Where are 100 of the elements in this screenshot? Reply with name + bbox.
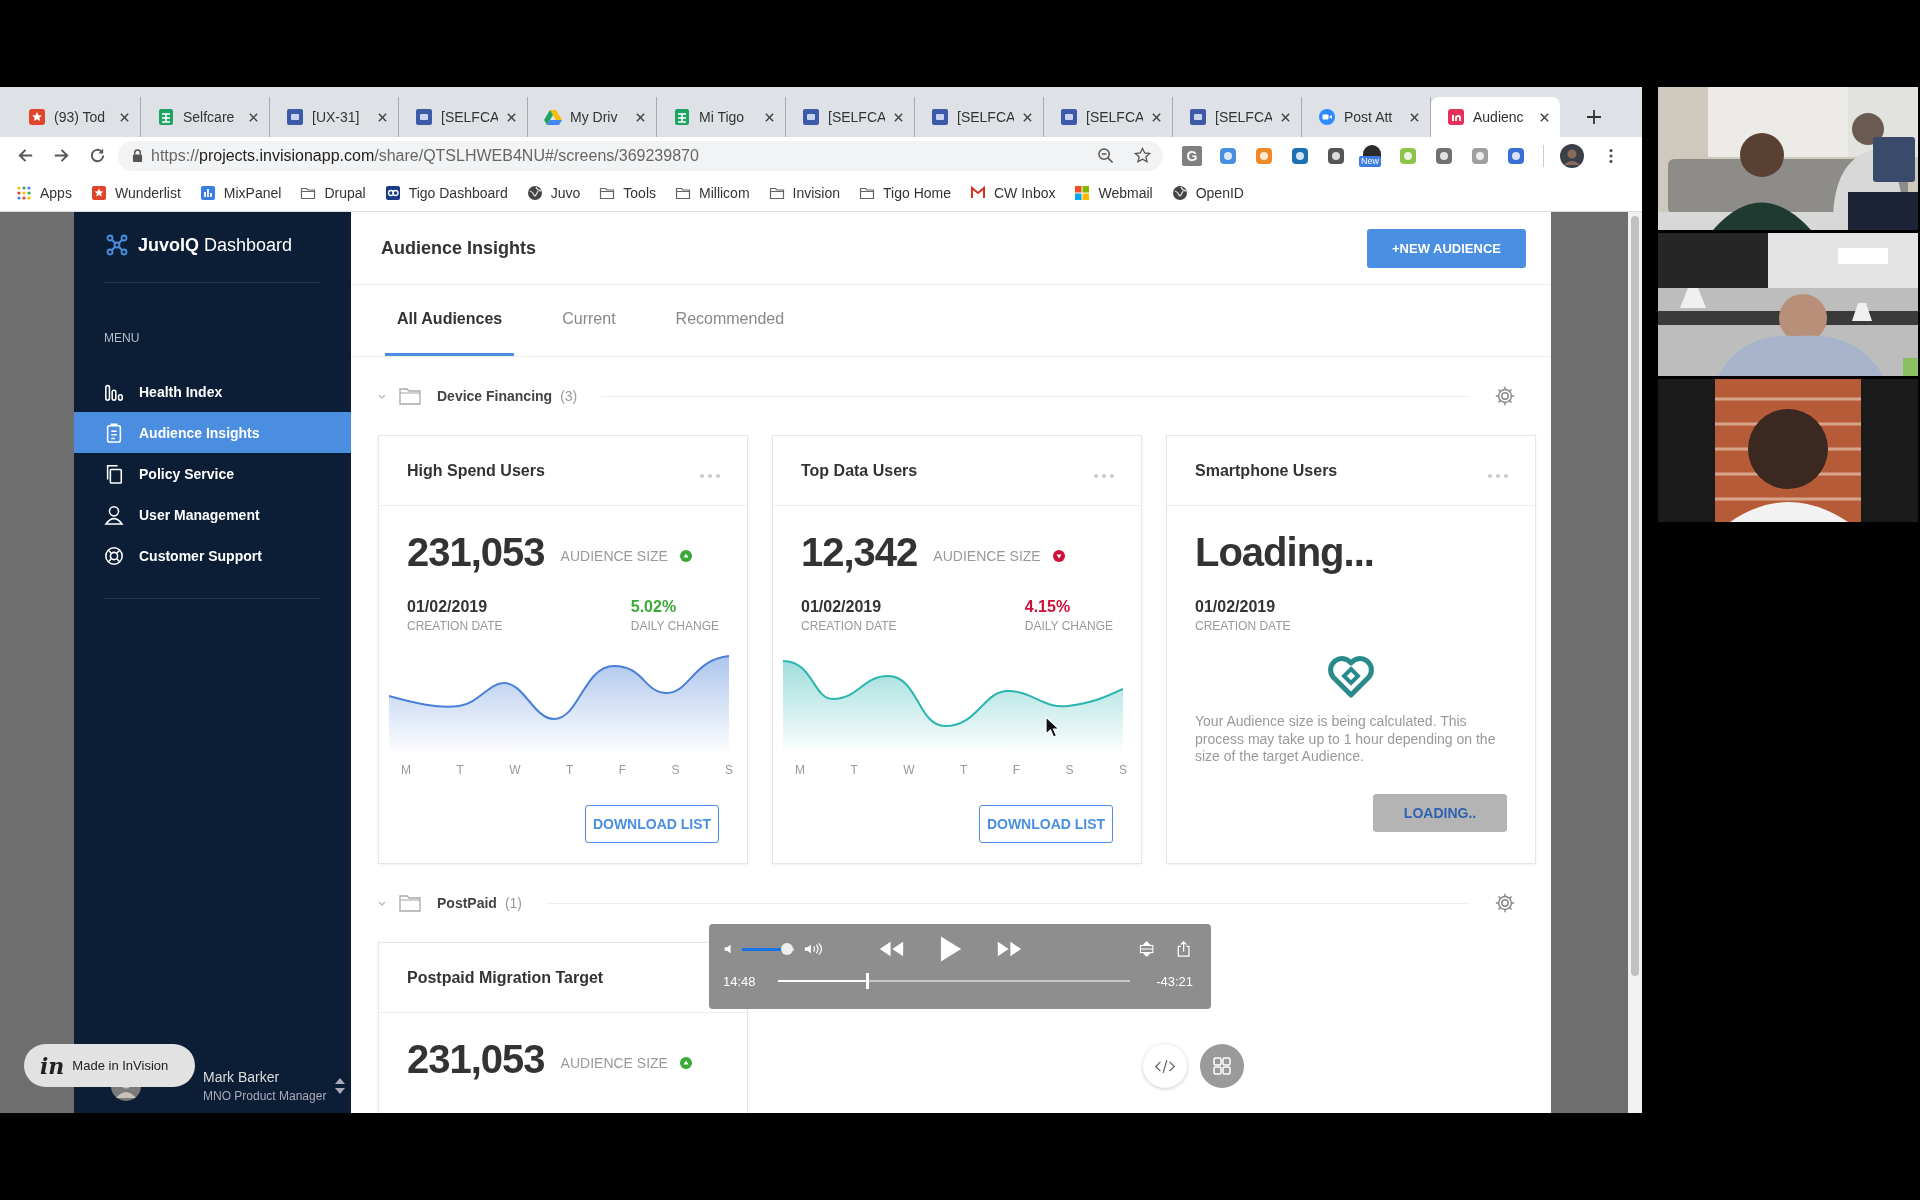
audience-size-value: Loading... xyxy=(1195,529,1374,575)
address-bar[interactable]: https://projects.invisionapp.com/share/QTSLHWEB4NU#/screens/369239870 xyxy=(118,140,1163,171)
forward-arrow-icon[interactable] xyxy=(52,146,71,165)
bookmark[interactable]: Drupal xyxy=(300,184,366,201)
bookmark[interactable]: Tigo Dashboard xyxy=(384,184,508,201)
user-icon xyxy=(104,504,124,525)
star-icon[interactable] xyxy=(1134,147,1151,164)
day-label: F xyxy=(1012,763,1021,777)
browser-tab[interactable]: (93) Tod xyxy=(12,97,141,137)
close-icon[interactable] xyxy=(764,111,775,123)
settings-icon[interactable] xyxy=(1494,385,1516,407)
audience-size-value: 12,342 xyxy=(801,529,918,575)
close-icon[interactable] xyxy=(1280,111,1291,123)
extension-icon[interactable] xyxy=(1218,145,1238,166)
tab[interactable]: All Audiences xyxy=(385,285,515,356)
folder-icon xyxy=(399,387,421,405)
close-icon[interactable] xyxy=(635,111,646,123)
group-name: Device Financing xyxy=(437,388,553,404)
close-icon[interactable] xyxy=(248,111,259,123)
bookmark[interactable]: Juvo xyxy=(526,184,581,201)
profile-avatar[interactable] xyxy=(1560,143,1584,168)
globe-icon xyxy=(1171,184,1188,201)
tab[interactable]: Recommended xyxy=(663,285,797,356)
menu-heading: MENU xyxy=(103,330,141,345)
browser-tab[interactable]: Mi Tigo xyxy=(657,97,786,137)
group-count: (1) xyxy=(504,895,523,911)
bookmark[interactable]: MixPanel xyxy=(199,184,282,201)
progress-handle[interactable] xyxy=(865,973,869,989)
sidebar-item[interactable]: User Management xyxy=(74,494,351,535)
sidebar-item[interactable]: Health Index xyxy=(74,371,351,412)
creation-date-label: CREATION DATE xyxy=(801,619,897,633)
play-icon[interactable] xyxy=(938,935,962,963)
extension-icon[interactable] xyxy=(1434,145,1454,166)
audience-size-label: AUDIENCE SIZE xyxy=(560,1055,668,1071)
browser-tab[interactable]: Selfcare xyxy=(141,97,270,137)
extension-icon[interactable]: G xyxy=(1182,145,1202,166)
browser-tab[interactable]: Audienc xyxy=(1431,97,1560,137)
extension-icon[interactable] xyxy=(1290,145,1310,166)
creation-date: 01/02/2019 xyxy=(801,598,883,616)
logo-icon xyxy=(384,184,401,201)
volume-high-icon[interactable] xyxy=(804,941,824,957)
fast-forward-icon[interactable] xyxy=(995,939,1023,959)
close-icon[interactable] xyxy=(506,111,517,123)
sidebar-item[interactable]: Customer Support xyxy=(74,535,351,576)
bookmark[interactable]: Wunderlist xyxy=(90,184,181,201)
copy-icon xyxy=(104,463,124,484)
sidebar-item[interactable]: Policy Service xyxy=(74,453,351,494)
settings-icon[interactable] xyxy=(1494,892,1516,914)
folder-icon xyxy=(399,894,421,912)
bookmark[interactable]: Webmail xyxy=(1074,184,1153,201)
day-label: M xyxy=(795,763,805,777)
scrollbar[interactable] xyxy=(1628,212,1642,1113)
browser-tab[interactable]: Post Att xyxy=(1302,97,1431,137)
page-title: Audience Insights xyxy=(381,237,537,259)
heart-icon xyxy=(1327,655,1375,699)
card-title: High Spend Users xyxy=(407,461,545,480)
group-count: (3) xyxy=(560,388,578,404)
creation-date: 01/02/2019 xyxy=(407,598,489,616)
browser-tab[interactable]: [UX-31] xyxy=(270,97,399,137)
bookmark[interactable]: Tools xyxy=(599,184,656,201)
globe-icon xyxy=(526,184,543,201)
close-icon[interactable] xyxy=(377,111,388,123)
slider-thumb[interactable] xyxy=(780,943,793,955)
day-label: S xyxy=(724,763,733,777)
close-icon[interactable] xyxy=(1151,111,1162,123)
zoom-icon[interactable] xyxy=(1097,147,1114,164)
card-title: Top Data Users xyxy=(801,461,918,480)
bookmark[interactable]: CW Inbox xyxy=(970,184,1056,201)
audience-size-value: 231,053 xyxy=(407,529,545,575)
sort-arrows-icon[interactable] xyxy=(334,1076,347,1096)
close-icon[interactable] xyxy=(1409,111,1420,123)
made-in-invision-link[interactable]: in Made in InVision xyxy=(24,1044,195,1087)
bookmark[interactable]: Apps xyxy=(16,184,72,201)
audience-size-label: AUDIENCE SIZE xyxy=(933,548,1041,564)
plus-icon[interactable] xyxy=(1586,109,1602,125)
pointer-icon xyxy=(1045,716,1059,738)
code-icon xyxy=(1154,1058,1176,1074)
clipboard-icon xyxy=(104,422,124,443)
creation-date: 01/02/2019 xyxy=(1195,598,1277,616)
menu-icon[interactable] xyxy=(1608,146,1614,165)
bookmark[interactable]: Invision xyxy=(768,184,841,201)
close-icon[interactable] xyxy=(119,111,130,123)
bookmark[interactable]: Tigo Home xyxy=(859,184,951,201)
close-icon[interactable] xyxy=(1022,111,1033,123)
day-label: F xyxy=(618,763,627,777)
network-logo-icon xyxy=(106,234,128,256)
close-icon[interactable] xyxy=(893,111,904,123)
extension-icon[interactable] xyxy=(1326,145,1346,166)
reload-icon[interactable] xyxy=(88,146,107,165)
close-icon[interactable] xyxy=(1539,111,1550,123)
card-title: Postpaid Migration Target xyxy=(407,968,604,987)
back-arrow-icon[interactable] xyxy=(16,146,35,165)
lock-icon xyxy=(132,149,143,162)
grid-icon xyxy=(1212,1056,1232,1076)
browser-tab[interactable]: My Driv xyxy=(528,97,657,137)
extension-icon[interactable] xyxy=(1506,145,1526,166)
bookmark[interactable]: OpenID xyxy=(1171,184,1244,201)
bar-chart-icon xyxy=(199,184,216,201)
bookmark[interactable]: Millicom xyxy=(675,184,750,201)
tab[interactable]: Current xyxy=(550,285,628,356)
